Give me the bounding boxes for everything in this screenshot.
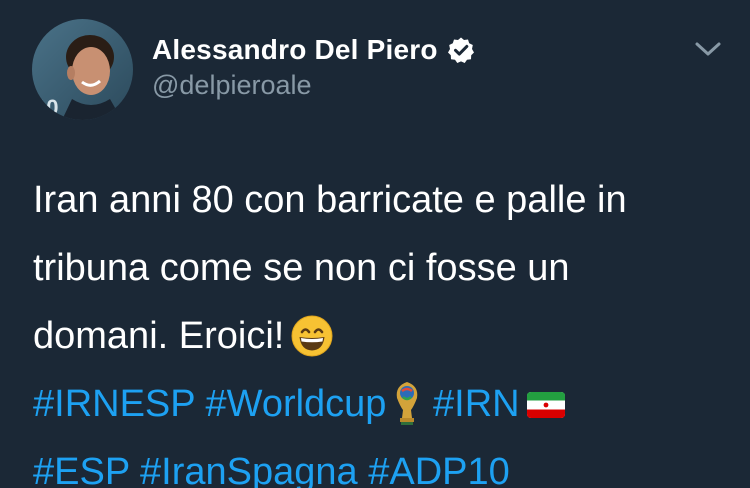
hashtag-worldcup[interactable]: #Worldcup [206, 383, 387, 425]
svg-text:10: 10 [34, 95, 58, 120]
author-name-row: Alessandro Del Piero [152, 31, 475, 69]
hashtag-row-2: #ESP #IranSpagna #ADP10 [33, 438, 723, 488]
profile-photo-icon: 10 [32, 19, 133, 120]
display-name[interactable]: Alessandro Del Piero [152, 34, 438, 66]
user-handle[interactable]: @delpieroale [152, 70, 312, 101]
hashtag-irnesp[interactable]: #IRNESP [33, 383, 195, 425]
tweet-text: Iran anni 80 con barricate e palle in tr… [33, 166, 723, 488]
hashtag-esp[interactable]: #ESP [33, 451, 129, 488]
avatar[interactable]: 10 [32, 19, 133, 120]
hashtag-adp10[interactable]: #ADP10 [368, 451, 510, 488]
tweet-line-2: tribuna come se non ci fosse un [33, 247, 570, 289]
tweet-line-3-text: domani. Eroici! [33, 315, 285, 357]
chevron-down-icon[interactable] [692, 36, 724, 62]
tweet-line-3: domani. Eroici! [33, 302, 723, 370]
hashtag-irn[interactable]: #IRN [433, 383, 520, 425]
hashtag-row-1: #IRNESP #Worldcup #IRN [33, 370, 723, 438]
iran-flag-icon [526, 372, 566, 440]
world-cup-trophy-icon [392, 372, 422, 440]
verified-badge-icon [447, 36, 475, 64]
tweet-line-1: Iran anni 80 con barricate e palle in [33, 179, 627, 221]
tweet-card: 10 Alessandro Del Piero @delpieroale Ira… [0, 0, 750, 488]
grinning-face-icon [290, 304, 334, 372]
hashtag-iranspagna[interactable]: #IranSpagna [140, 451, 358, 488]
